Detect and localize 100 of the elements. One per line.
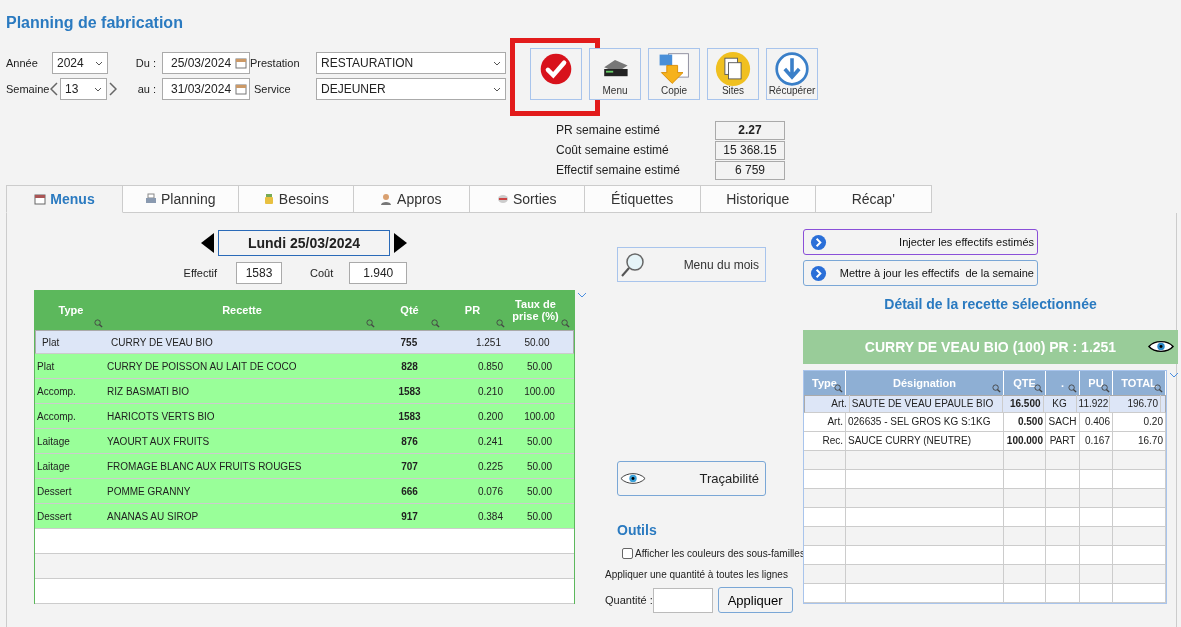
stat-label: Effectif semaine estimé [556, 163, 681, 177]
chevron-down-icon[interactable] [577, 292, 587, 298]
table-row[interactable]: Art. 026635 - SEL GROS KG S:1KG 0.500 SACH 0.406 0.20 [804, 413, 1166, 432]
previous-day-icon[interactable] [201, 233, 214, 253]
recipe-title: CURRY DE VEAU BIO (100) PR : 1.251 [864, 339, 1117, 355]
tab[interactable]: Appros [354, 185, 470, 213]
section-heading: Outils [617, 522, 658, 538]
tab[interactable]: Sorties [469, 185, 585, 213]
menu-du-mois-button[interactable]: Menu du mois [617, 247, 766, 282]
calendar-icon[interactable] [235, 83, 247, 95]
checkbox[interactable] [622, 548, 633, 559]
table-cell-text: 100.00 [523, 410, 556, 422]
search-icon[interactable] [1101, 384, 1110, 393]
table-cell-text: 50.00 [526, 510, 553, 522]
field-label: Coût [310, 267, 334, 279]
calendar-icon[interactable] [235, 57, 247, 69]
table-cell-text: Plat [41, 336, 61, 348]
search-icon[interactable] [992, 384, 1001, 393]
tracabilite-button[interactable]: Traçabilité [617, 461, 766, 496]
bowl-icon [496, 193, 509, 205]
jar-icon [262, 193, 275, 205]
field-label: Prestation [250, 57, 301, 69]
table-row[interactable]: Accomp. RIZ BASMATI BIO 1583 0.210 100.00 [35, 379, 574, 404]
search-icon[interactable] [561, 319, 570, 328]
table-row[interactable]: Dessert POMME GRANNY 666 0.076 50.00 [35, 479, 574, 504]
table-cell-text: Accomp. [36, 410, 77, 422]
table-cell-text: Dessert [36, 485, 73, 497]
table-cell: PART [1046, 432, 1080, 450]
person-icon [381, 193, 394, 205]
arrow-right-icon [810, 264, 827, 282]
eye-icon[interactable] [1148, 340, 1174, 353]
cost-field[interactable]: 1.940 [349, 262, 408, 284]
table-cell-text: Dessert [36, 510, 73, 522]
table-cell: 100.000 [1004, 432, 1046, 450]
table-row[interactable]: Accomp. HARICOTS VERTS BIO 1583 0.200 100.00 [35, 404, 574, 429]
search-icon[interactable] [94, 319, 103, 328]
next-day-icon[interactable] [394, 233, 407, 253]
search-icon[interactable] [1034, 384, 1043, 393]
calendar-icon [34, 193, 47, 205]
chevron-left-icon[interactable] [48, 82, 60, 96]
validate-button[interactable] [530, 48, 582, 100]
table-row[interactable]: Plat CURRY DE POISSON AU LAIT DE COCO 828 0.850 50.00 [35, 354, 574, 379]
tab[interactable]: Historique [700, 185, 816, 213]
copy-button[interactable]: Copie [648, 48, 700, 100]
sites-button[interactable]: Sites [707, 48, 759, 100]
year-select[interactable]: 2024 [52, 52, 108, 74]
table-cell-text: 50.00 [526, 460, 553, 472]
table-cell-text: 50.00 [526, 485, 553, 497]
table-cell-text: HARICOTS VERTS BIO [106, 410, 216, 422]
table-cell-text: 1.251 [474, 336, 502, 348]
date-field[interactable]: 25/03/2024 [162, 52, 250, 74]
stat-value: 6 759 [715, 160, 785, 180]
caret-icon [493, 86, 501, 92]
print-button[interactable]: Menu [589, 48, 641, 100]
apply-button[interactable]: Appliquer [717, 587, 793, 613]
table-row[interactable]: Plat CURRY DE VEAU BIO 755 1.251 50.00 [35, 330, 574, 354]
search-icon[interactable] [1068, 384, 1077, 393]
table-cell-text: CURRY DE VEAU BIO [109, 336, 214, 348]
table-row[interactable]: Laitage YAOURT AUX FRUITS 876 0.241 50.00 [35, 429, 574, 454]
tab[interactable]: Planning [123, 185, 239, 213]
date-field[interactable]: 31/03/2024 [162, 78, 250, 100]
table-row[interactable]: Rec. SAUCE CURRY (NEUTRE) 100.000 PART 0.167 16.70 [804, 432, 1166, 451]
table-cell: SACH [1046, 413, 1080, 431]
table-cell: 0.406 [1080, 413, 1113, 431]
table-cell: 026635 - SEL GROS KG S:1KG [846, 413, 1004, 431]
table-cell-text: POMME GRANNY [106, 485, 192, 497]
prestation-select[interactable]: RESTAURATION [316, 52, 506, 74]
effectif-field[interactable]: 1583 [236, 262, 282, 284]
quantity-field[interactable] [652, 587, 713, 613]
table-cell-text: Accomp. [36, 385, 77, 397]
search-icon[interactable] [366, 319, 375, 328]
search-icon[interactable] [431, 319, 440, 328]
tab[interactable]: Menus [6, 185, 123, 213]
table-row[interactable]: Laitage FROMAGE BLANC AUX FRUITS ROUGES 707 0.225 50.00 [35, 454, 574, 479]
action-button[interactable]: Mettre à jour les effectifs de la semaine [803, 260, 1038, 286]
table-cell-text: 1583 [397, 410, 422, 422]
table-cell-text: Laitage [36, 435, 71, 447]
chevron-down-icon[interactable] [1169, 372, 1179, 378]
action-button[interactable]: Injecter les effectifs estimés [803, 229, 1038, 255]
service-select[interactable]: DEJEUNER [316, 78, 506, 100]
table-cell-text: 0.850 [476, 360, 504, 372]
tab[interactable]: Étiquettes [585, 185, 701, 213]
caret-icon [95, 60, 103, 66]
table-cell-text: ANANAS AU SIROP [106, 510, 200, 522]
field-label: Effectif [182, 267, 217, 279]
table-row[interactable]: Art. SAUTE DE VEAU EPAULE BIO 16.500 KG 11.922 196.70 [804, 395, 1166, 413]
table-cell-text: Plat [36, 360, 56, 372]
search-icon[interactable] [496, 319, 505, 328]
table-row[interactable]: Dessert ANANAS AU SIROP 917 0.384 50.00 [35, 504, 574, 529]
chevron-right-icon[interactable] [107, 82, 119, 96]
table-cell-text: 707 [400, 460, 419, 472]
week-select[interactable]: 13 [60, 78, 107, 100]
tab[interactable]: Récap' [816, 185, 932, 213]
table-cell-text: 0.076 [476, 485, 504, 497]
table-cell-text: 0.241 [476, 435, 504, 447]
search-icon [620, 251, 646, 278]
download-button[interactable]: Récupérer [766, 48, 818, 100]
table-cell: Rec. [804, 432, 846, 450]
tab[interactable]: Besoins [238, 185, 354, 213]
table-cell-text: 1583 [397, 385, 422, 397]
